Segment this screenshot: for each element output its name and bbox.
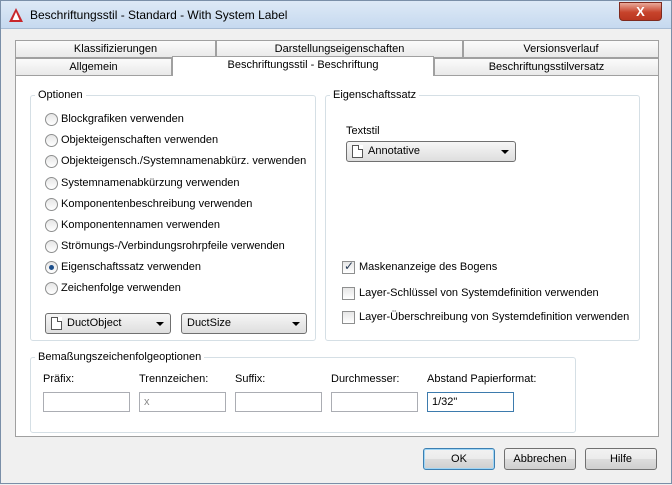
textstyle-dropdown-value: Annotative — [368, 145, 420, 157]
checkbox-label: Layer-Schlüssel von Systemdefinition ver… — [359, 287, 599, 299]
suffix-label: Suffix: — [235, 373, 266, 385]
radio-button[interactable] — [45, 198, 58, 211]
radio-label: Zeichenfolge verwenden — [61, 282, 181, 294]
diameter-label: Durchmesser: — [331, 373, 400, 385]
chevron-down-icon — [292, 322, 300, 326]
textstyle-label: Textstil — [346, 125, 380, 137]
prefix-label: Präfix: — [43, 373, 75, 385]
checkbox[interactable] — [342, 311, 355, 324]
checkbox-checked[interactable] — [342, 259, 355, 274]
radio-button[interactable] — [45, 282, 58, 295]
separator-label: Trennzeichen: — [139, 373, 209, 385]
radio-button[interactable] — [45, 240, 58, 253]
radio-button[interactable] — [45, 113, 58, 126]
prefix-input[interactable] — [43, 392, 130, 412]
diameter-input[interactable] — [331, 392, 418, 412]
radio-button[interactable] — [45, 155, 58, 168]
radio-label: Systemnamenabkürzung verwenden — [61, 177, 240, 189]
checkbox[interactable] — [342, 287, 355, 300]
chevron-down-icon — [501, 150, 509, 154]
suffix-input[interactable] — [235, 392, 322, 412]
radio-label: Komponentenbeschreibung verwenden — [61, 198, 253, 210]
radio-button[interactable] — [45, 219, 58, 232]
chevron-down-icon — [156, 322, 164, 326]
radio-label: Eigenschaftssatz verwenden — [61, 261, 202, 273]
paper-spacing-input[interactable]: 1/32" — [427, 392, 514, 412]
radio-button[interactable] — [45, 177, 58, 190]
size-dropdown[interactable]: DuctSize — [181, 313, 307, 334]
radio-button-selected[interactable] — [45, 261, 58, 274]
document-icon — [352, 145, 363, 158]
options-group-label: Optionen — [35, 89, 86, 101]
textstyle-dropdown[interactable]: Annotative — [346, 141, 516, 162]
separator-input[interactable]: x — [139, 392, 226, 412]
dialog-window: Beschriftungsstil - Standard - With Syst… — [0, 0, 672, 484]
radio-label: Objekteigenschaften verwenden — [61, 134, 219, 146]
radio-label: Komponentennamen verwenden — [61, 219, 221, 231]
radio-label: Objekteigensch./Systemnamenabkürz. verwe… — [61, 155, 307, 167]
checkbox-label: Layer-Überschreibung von Systemdefinitio… — [359, 311, 630, 323]
paper-spacing-label: Abstand Papierformat: — [427, 373, 537, 385]
property-set-group-label: Eigenschaftssatz — [330, 89, 420, 101]
radio-button[interactable] — [45, 134, 58, 147]
object-dropdown-value: DuctObject — [67, 317, 122, 329]
checkbox-label: Maskenanzeige des Bogens — [359, 261, 498, 273]
options-group — [30, 95, 316, 341]
dimension-group-label: Bemaßungszeichenfolgeoptionen — [35, 351, 205, 363]
radio-label: Strömungs-/Verbindungsrohrpfeile verwend… — [61, 240, 285, 252]
object-dropdown[interactable]: DuctObject — [45, 313, 171, 334]
size-dropdown-value: DuctSize — [187, 317, 232, 329]
document-icon — [51, 317, 62, 330]
radio-label: Blockgrafiken verwenden — [61, 113, 184, 125]
